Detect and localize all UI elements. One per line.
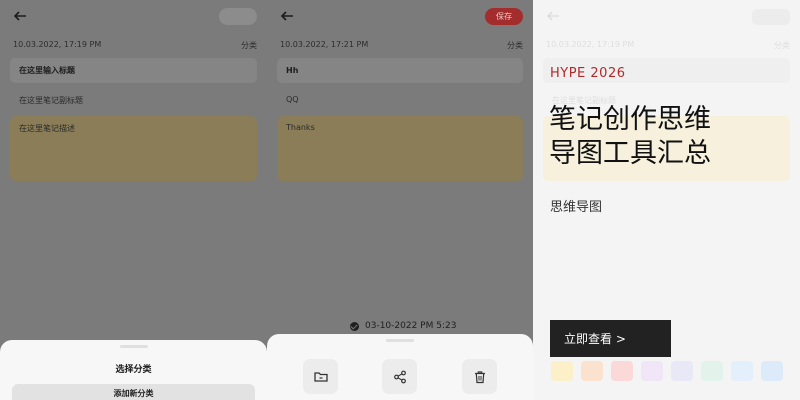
folder-icon <box>313 371 328 382</box>
note-datetime: 10.03.2022, 17:19 PM <box>13 40 102 49</box>
promo-card: 10.03.2022, 17:19 PM 分类 在这里笔记副标题 HYPE 20… <box>533 0 800 400</box>
back-arrow-icon[interactable] <box>279 8 295 24</box>
check-circle-icon <box>350 321 359 331</box>
faint-save-button <box>752 9 790 25</box>
promo-eyebrow: HYPE 2026 <box>550 66 626 81</box>
color-swatch <box>671 361 693 381</box>
subtitle-input[interactable]: QQ <box>286 95 299 104</box>
title-input[interactable]: Hh <box>277 58 523 83</box>
category-link[interactable]: 分类 <box>507 40 523 51</box>
view-now-button[interactable]: 立即查看 > <box>550 320 671 357</box>
promo-title: 笔记创作思维 导图工具汇总 <box>549 104 711 169</box>
share-button[interactable] <box>382 359 417 394</box>
add-category-button[interactable]: 添加新分类 <box>12 384 255 400</box>
reminder-date[interactable]: 03-10-2022 PM 5:23 <box>350 321 456 331</box>
faint-category: 分类 <box>774 41 790 50</box>
category-bottom-sheet: 选择分类 添加新分类 <box>0 340 267 400</box>
folder-button[interactable] <box>303 359 338 394</box>
color-swatches <box>551 361 783 381</box>
save-button-disabled[interactable] <box>219 8 257 25</box>
description-input[interactable]: 在这里笔记描述 <box>10 116 257 181</box>
screen-select-category: 10.03.2022, 17:19 PM 分类 在这里输入标题 在这里笔记副标题… <box>0 0 267 400</box>
sheet-title: 选择分类 <box>115 365 152 375</box>
faint-back-arrow-icon <box>545 8 561 24</box>
trash-icon <box>474 370 485 383</box>
color-swatch <box>701 361 723 381</box>
save-button[interactable]: 保存 <box>485 8 523 25</box>
color-swatch <box>731 361 753 381</box>
subtitle-input[interactable]: 在这里笔记副标题 <box>19 95 83 106</box>
promo-subtitle: 思维导图 <box>550 200 603 215</box>
delete-button[interactable] <box>462 359 497 394</box>
title-input[interactable]: 在这里输入标题 <box>10 58 257 83</box>
category-link[interactable]: 分类 <box>241 40 257 51</box>
color-swatch <box>581 361 603 381</box>
share-icon <box>393 370 406 383</box>
actions-bottom-sheet <box>267 334 533 400</box>
faint-datetime: 10.03.2022, 17:19 PM <box>546 40 635 49</box>
description-input[interactable]: Thanks <box>277 116 523 181</box>
color-swatch <box>641 361 663 381</box>
back-arrow-icon[interactable] <box>12 8 28 24</box>
screen-note-actions: 保存 10.03.2022, 17:21 PM 分类 Hh QQ Thanks … <box>267 0 533 400</box>
note-datetime: 10.03.2022, 17:21 PM <box>280 40 369 49</box>
sheet-handle[interactable] <box>119 345 148 348</box>
sheet-handle[interactable] <box>386 339 414 342</box>
color-swatch <box>761 361 783 381</box>
color-swatch <box>611 361 633 381</box>
reminder-date-text: 03-10-2022 PM 5:23 <box>365 321 457 331</box>
color-swatch <box>551 361 573 381</box>
